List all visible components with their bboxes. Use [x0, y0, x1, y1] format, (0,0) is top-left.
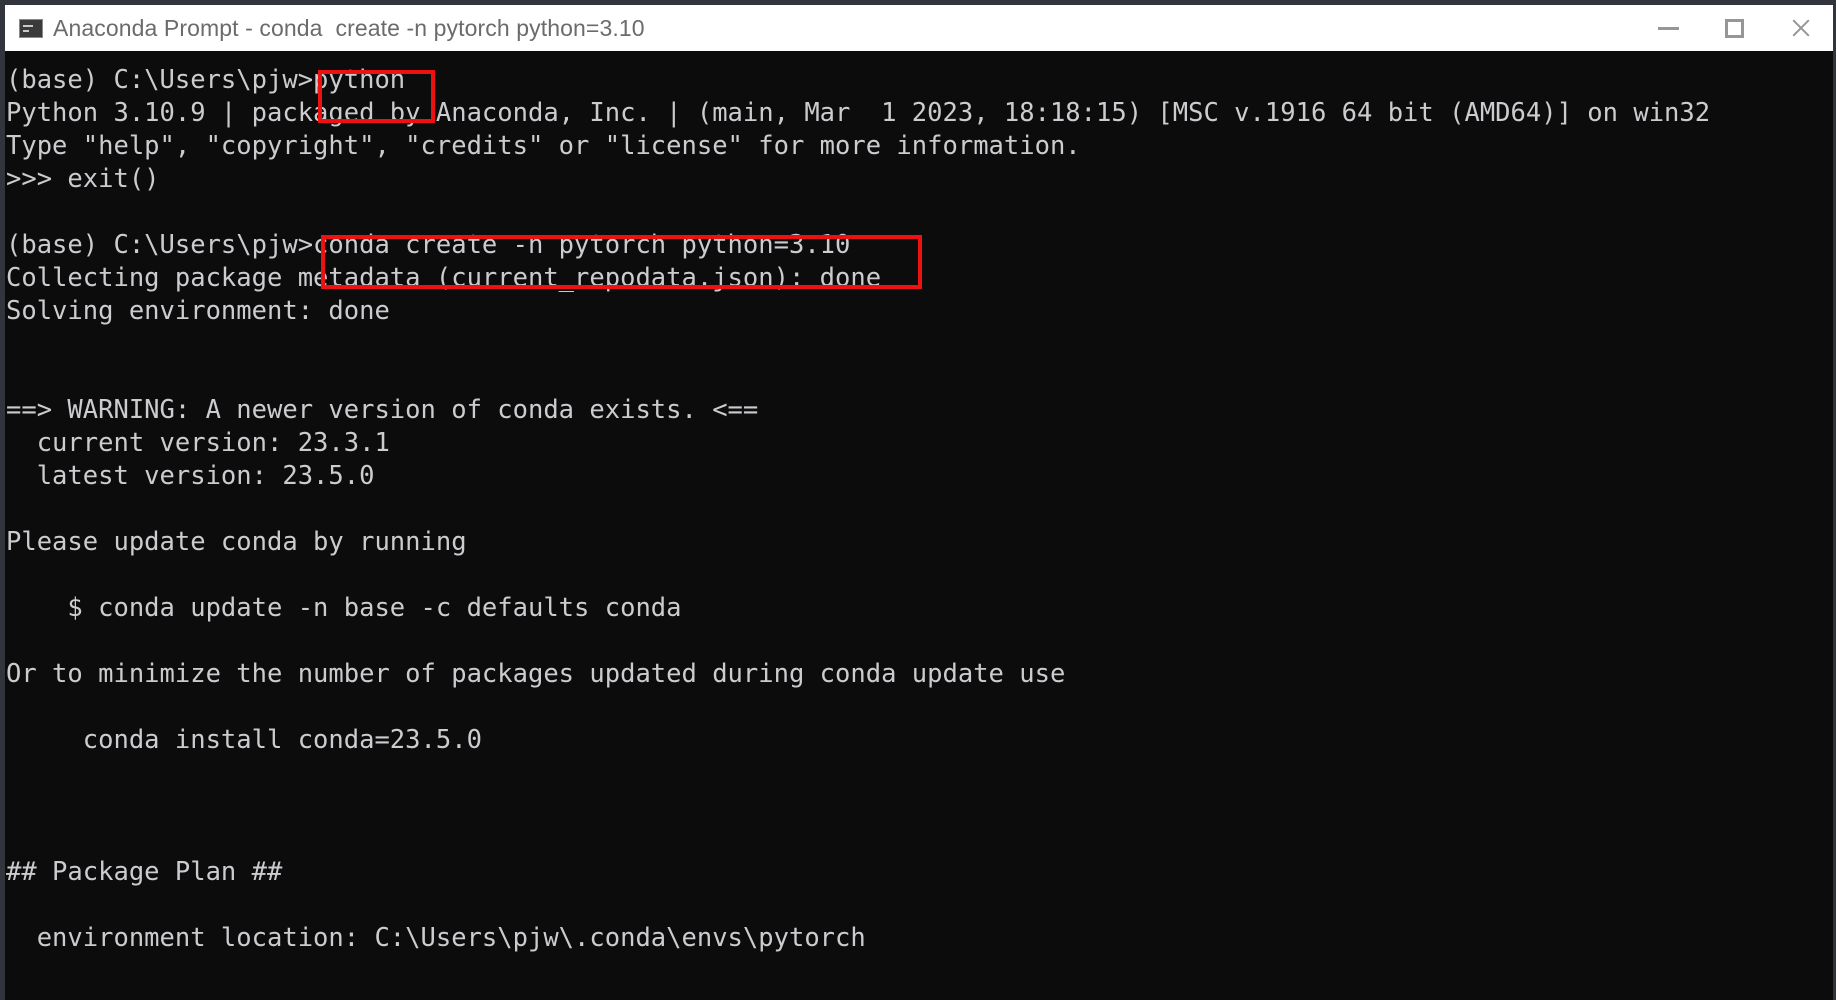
terminal-line: >>> exit() — [6, 164, 160, 194]
terminal-line: Or to minimize the number of packages up… — [6, 659, 1066, 689]
terminal-output-area[interactable]: (base) C:\Users\pjw>python Python 3.10.9 … — [5, 51, 1833, 1000]
terminal-line: Type "help", "copyright", "credits" or "… — [6, 131, 1081, 161]
terminal-line: environment location: C:\Users\pjw\.cond… — [6, 923, 866, 953]
console-window-icon — [19, 18, 43, 38]
console-text: (base) C:\Users\pjw>python Python 3.10.9 … — [5, 64, 1833, 955]
maximize-icon — [1724, 18, 1744, 38]
terminal-line: Python 3.10.9 | packaged by Anaconda, In… — [6, 98, 1711, 128]
terminal-line: $ conda update -n base -c defaults conda — [6, 593, 682, 623]
terminal-line: Please update conda by running — [6, 527, 467, 557]
close-icon — [1790, 18, 1810, 38]
terminal-line: conda install conda=23.5.0 — [6, 725, 482, 755]
terminal-line: (base) C:\Users\pjw>python — [6, 65, 406, 95]
minimize-button[interactable] — [1635, 5, 1701, 51]
window-title: Anaconda Prompt - conda create -n pytorc… — [53, 15, 645, 41]
terminal-line: Collecting package metadata (current_rep… — [6, 263, 882, 293]
terminal-line: current version: 23.3.1 — [6, 428, 390, 458]
close-button[interactable] — [1767, 5, 1833, 51]
terminal-line: ## Package Plan ## — [6, 857, 283, 887]
anaconda-prompt-window: Anaconda Prompt - conda create -n pytorc… — [0, 0, 1836, 1000]
maximize-button[interactable] — [1701, 5, 1767, 51]
window-controls — [1635, 5, 1833, 51]
minimize-icon — [1657, 26, 1679, 30]
title-bar[interactable]: Anaconda Prompt - conda create -n pytorc… — [5, 5, 1833, 51]
terminal-line: Solving environment: done — [6, 296, 390, 326]
terminal-line: (base) C:\Users\pjw>conda create -n pyto… — [6, 230, 851, 260]
terminal-line: latest version: 23.5.0 — [6, 461, 375, 491]
terminal-line: ==> WARNING: A newer version of conda ex… — [6, 395, 759, 425]
